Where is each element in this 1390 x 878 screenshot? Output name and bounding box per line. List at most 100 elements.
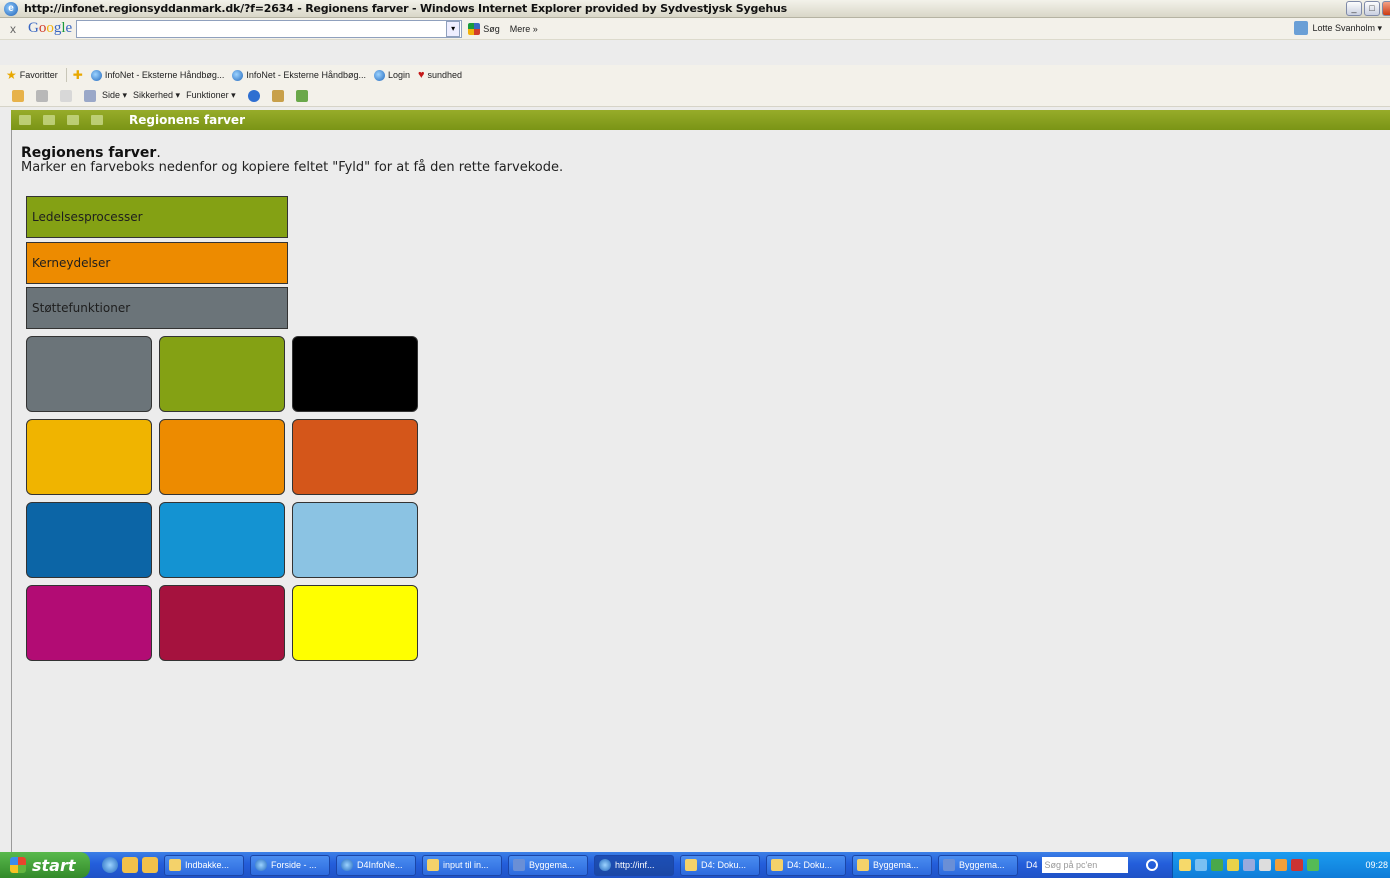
- desktop-search: D4 Søg på pc'en: [1026, 857, 1158, 873]
- heart-icon: ♥: [418, 69, 425, 81]
- minimize-button[interactable]: _: [1346, 1, 1362, 16]
- taskbar-button[interactable]: http://inf...: [594, 854, 674, 876]
- maximize-button[interactable]: □: [1364, 1, 1380, 16]
- color-swatch[interactable]: [26, 336, 152, 412]
- window-title: http://infonet.regionsyddanmark.dk/?f=26…: [24, 2, 788, 15]
- color-swatch[interactable]: [26, 585, 152, 661]
- clock: 09:28: [1365, 860, 1388, 870]
- favorites-button[interactable]: Favoritter: [20, 70, 58, 80]
- mail-icon: [857, 859, 869, 871]
- user-menu[interactable]: Lotte Svanholm ▾: [1294, 21, 1382, 35]
- tray-icon[interactable]: [1275, 859, 1287, 871]
- ie-page-icon: [373, 69, 385, 81]
- page-menu[interactable]: Side ▾: [102, 90, 127, 101]
- color-swatch[interactable]: [292, 336, 418, 412]
- outlook-launch-icon[interactable]: [122, 857, 138, 873]
- taskbar-button-label: D4: Doku...: [701, 860, 747, 870]
- color-swatch[interactable]: [292, 502, 418, 578]
- taskbar-button[interactable]: Forside - ...: [250, 854, 330, 876]
- taskbar-button[interactable]: input til in...: [422, 854, 502, 876]
- tray-icon[interactable]: [1195, 859, 1207, 871]
- tools-menu[interactable]: Funktioner ▾: [186, 90, 236, 101]
- color-swatch[interactable]: [26, 419, 152, 495]
- command-bar: Side ▾ Sikkerhed ▾ Funktioner ▾: [0, 85, 1390, 107]
- close-button[interactable]: [1382, 1, 1390, 16]
- print-page-icon[interactable]: [67, 115, 79, 125]
- tray-icon[interactable]: [1243, 859, 1255, 871]
- tab-list-icon[interactable]: [19, 115, 31, 125]
- taskbar-button[interactable]: Byggema...: [852, 854, 932, 876]
- favorites-bar: ★ Favoritter ✚ InfoNet - Eksterne Håndbø…: [0, 65, 1390, 85]
- taskbar-button-label: Forside - ...: [271, 860, 317, 870]
- google-search-button[interactable]: Søg: [468, 22, 500, 35]
- add-favorite-icon[interactable]: ✚: [73, 68, 83, 82]
- ie-icon: e: [4, 1, 18, 16]
- ie-icon: [599, 859, 611, 871]
- close-toolbar-icon[interactable]: x: [10, 22, 22, 36]
- page-title: Regionens farver.: [21, 145, 161, 161]
- start-button[interactable]: start: [0, 852, 90, 878]
- tray-icon[interactable]: [1227, 859, 1239, 871]
- mail-icon[interactable]: [60, 89, 72, 102]
- google-logo: Google: [28, 20, 73, 36]
- taskbar: start Indbakke... Forside - ... D4InfoNe..…: [0, 852, 1390, 878]
- tray-icon[interactable]: [1179, 859, 1191, 871]
- research-icon[interactable]: [271, 89, 284, 102]
- comment-icon[interactable]: [91, 115, 103, 125]
- divider: [65, 68, 67, 82]
- color-swatch[interactable]: [26, 502, 152, 578]
- taskbar-button[interactable]: D4: Doku...: [680, 854, 760, 876]
- chevron-down-icon[interactable]: ▾: [446, 20, 461, 37]
- taskbar-button-label: Byggema...: [873, 860, 919, 870]
- page-content: Regionens farver. Marker en farveboks ne…: [11, 130, 1390, 852]
- safety-menu[interactable]: Sikkerhed ▾: [133, 90, 180, 101]
- messenger-icon[interactable]: [295, 89, 308, 102]
- word-icon: [943, 859, 955, 871]
- taskbar-button[interactable]: D4: Doku...: [766, 854, 846, 876]
- desktop-launch-icon[interactable]: [142, 857, 158, 873]
- user-avatar-icon: [1294, 21, 1309, 35]
- quick-launch: [102, 857, 158, 873]
- color-bar-stottefunktioner[interactable]: Støttefunktioner: [26, 287, 288, 329]
- color-swatch[interactable]: [159, 419, 285, 495]
- color-swatch[interactable]: [292, 419, 418, 495]
- google-search-icon: [468, 22, 481, 35]
- print-icon[interactable]: [84, 89, 96, 102]
- favorite-link[interactable]: InfoNet - Eksterne Håndbøg...: [90, 69, 224, 81]
- tray-icon[interactable]: [1291, 859, 1303, 871]
- taskbar-button-label: Byggema...: [529, 860, 575, 870]
- taskbar-button[interactable]: Indbakke...: [164, 854, 244, 876]
- volume-icon[interactable]: [1259, 859, 1271, 871]
- color-swatch[interactable]: [159, 585, 285, 661]
- ie-page-icon: [232, 69, 244, 81]
- desktop-search-input[interactable]: Søg på pc'en: [1041, 857, 1128, 873]
- search-icon[interactable]: [1145, 859, 1158, 871]
- feeds-icon[interactable]: [36, 89, 48, 102]
- color-swatch[interactable]: [159, 336, 285, 412]
- mail-icon: [169, 859, 181, 871]
- taskbar-button-label: D4: Doku...: [787, 860, 833, 870]
- taskbar-button[interactable]: Byggema...: [508, 854, 588, 876]
- google-search-input[interactable]: [76, 19, 463, 38]
- favorite-link[interactable]: Login: [373, 69, 410, 81]
- more-button[interactable]: Mere »: [510, 24, 538, 34]
- color-bar-ledelsesprocesser[interactable]: Ledelsesprocesser: [26, 196, 288, 238]
- tray-icon[interactable]: [1211, 859, 1223, 871]
- tray-icon[interactable]: [1307, 859, 1319, 871]
- ie-launch-icon[interactable]: [102, 857, 118, 873]
- windows-flag-icon: [10, 857, 26, 873]
- taskbar-button[interactable]: Byggema...: [938, 854, 1018, 876]
- quick-tabs-icon[interactable]: [43, 115, 55, 125]
- favorite-link[interactable]: InfoNet - Eksterne Håndbøg...: [232, 69, 366, 81]
- color-swatch[interactable]: [159, 502, 285, 578]
- help-icon[interactable]: [247, 89, 260, 102]
- taskbar-button[interactable]: D4InfoNe...: [336, 854, 416, 876]
- ie-page-icon: [90, 69, 102, 81]
- color-swatch[interactable]: [292, 585, 418, 661]
- color-bar-kerneydelser[interactable]: Kerneydelser: [26, 242, 288, 284]
- taskbar-button-label: input til in...: [443, 860, 489, 870]
- word-icon: [513, 859, 525, 871]
- taskbar-button-label: Indbakke...: [185, 860, 230, 870]
- home-icon[interactable]: [12, 89, 24, 102]
- favorite-link[interactable]: ♥ sundhed: [418, 69, 462, 81]
